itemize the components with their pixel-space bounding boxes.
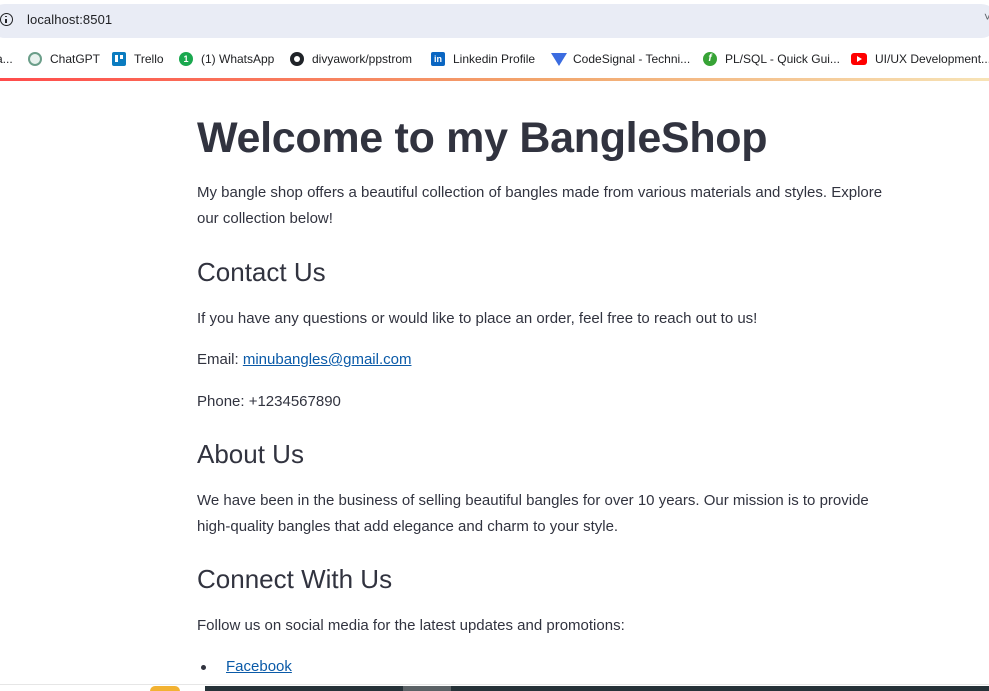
bookmark-youtube[interactable]: UI/UX Development...	[851, 50, 989, 68]
email-line: Email: minubangles@gmail.com	[197, 347, 902, 373]
about-heading: About Us	[197, 439, 304, 469]
page-title: Welcome to my BangleShop	[197, 114, 768, 162]
bookmark-linkedin[interactable]: Linkedin Profile	[431, 50, 535, 68]
bookmark-label: Trello	[134, 52, 164, 66]
bookmark-github[interactable]: divyawork/ppstrom	[290, 50, 412, 68]
youtube-icon	[851, 53, 867, 65]
trello-icon	[112, 52, 126, 66]
bookmark-trello[interactable]: Trello	[112, 50, 164, 68]
bookmark-chatgpt[interactable]: ChatGPT	[28, 50, 100, 68]
bookmark-label: (1) WhatsApp	[201, 52, 275, 66]
github-icon	[290, 52, 304, 66]
contact-heading: Contact Us	[197, 257, 326, 287]
chevron-down-icon[interactable]: ˅	[984, 10, 989, 24]
taskbar-item[interactable]	[403, 686, 451, 691]
address-bar: localhost:8501 ˅	[0, 0, 989, 42]
bookmark-label: Linkedin Profile	[453, 52, 536, 66]
intro-text: My bangle shop offers a beautiful collec…	[197, 184, 883, 227]
linkedin-icon	[431, 52, 445, 66]
chatgpt-icon	[28, 52, 42, 66]
bookmark-label: UI/UX Development...	[875, 52, 989, 66]
plsql-icon	[703, 52, 717, 66]
bookmark-item[interactable]: a...	[0, 50, 13, 68]
email-label: Email:	[197, 351, 243, 368]
connect-heading: Connect With Us	[197, 564, 393, 594]
bookmark-codesignal[interactable]: CodeSignal - Techni...	[551, 50, 690, 68]
bookmarks-bar: a... ChatGPT Trello (1) WhatsApp divyawo…	[0, 42, 989, 76]
bookmark-plsql[interactable]: PL/SQL - Quick Gui...	[703, 50, 840, 68]
bookmark-label: a...	[0, 52, 13, 66]
taskbar-area	[205, 686, 989, 691]
bookmark-label: CodeSignal - Techni...	[573, 52, 691, 66]
url-field[interactable]	[0, 4, 989, 38]
codesignal-icon	[551, 52, 567, 66]
taskbar-app-icon[interactable]	[150, 686, 180, 691]
whatsapp-icon	[179, 52, 193, 66]
contact-text: If you have any questions or would like …	[197, 310, 758, 327]
phone-line: Phone: +1234567890	[197, 393, 341, 410]
bookmark-whatsapp[interactable]: (1) WhatsApp	[179, 50, 274, 68]
bookmark-label: PL/SQL - Quick Gui...	[725, 52, 840, 66]
url-text[interactable]: localhost:8501	[27, 12, 112, 27]
bookmark-label: divyawork/ppstrom	[312, 52, 413, 66]
about-text: We have been in the business of selling …	[197, 492, 869, 535]
site-info-icon[interactable]	[0, 13, 13, 26]
connect-text: Follow us on social media for the latest…	[197, 617, 625, 634]
header-decoration	[0, 78, 989, 81]
bookmark-label: ChatGPT	[50, 52, 101, 66]
email-link[interactable]: minubangles@gmail.com	[243, 351, 412, 368]
list-bullet	[201, 665, 206, 670]
facebook-link[interactable]: Facebook	[226, 656, 292, 678]
